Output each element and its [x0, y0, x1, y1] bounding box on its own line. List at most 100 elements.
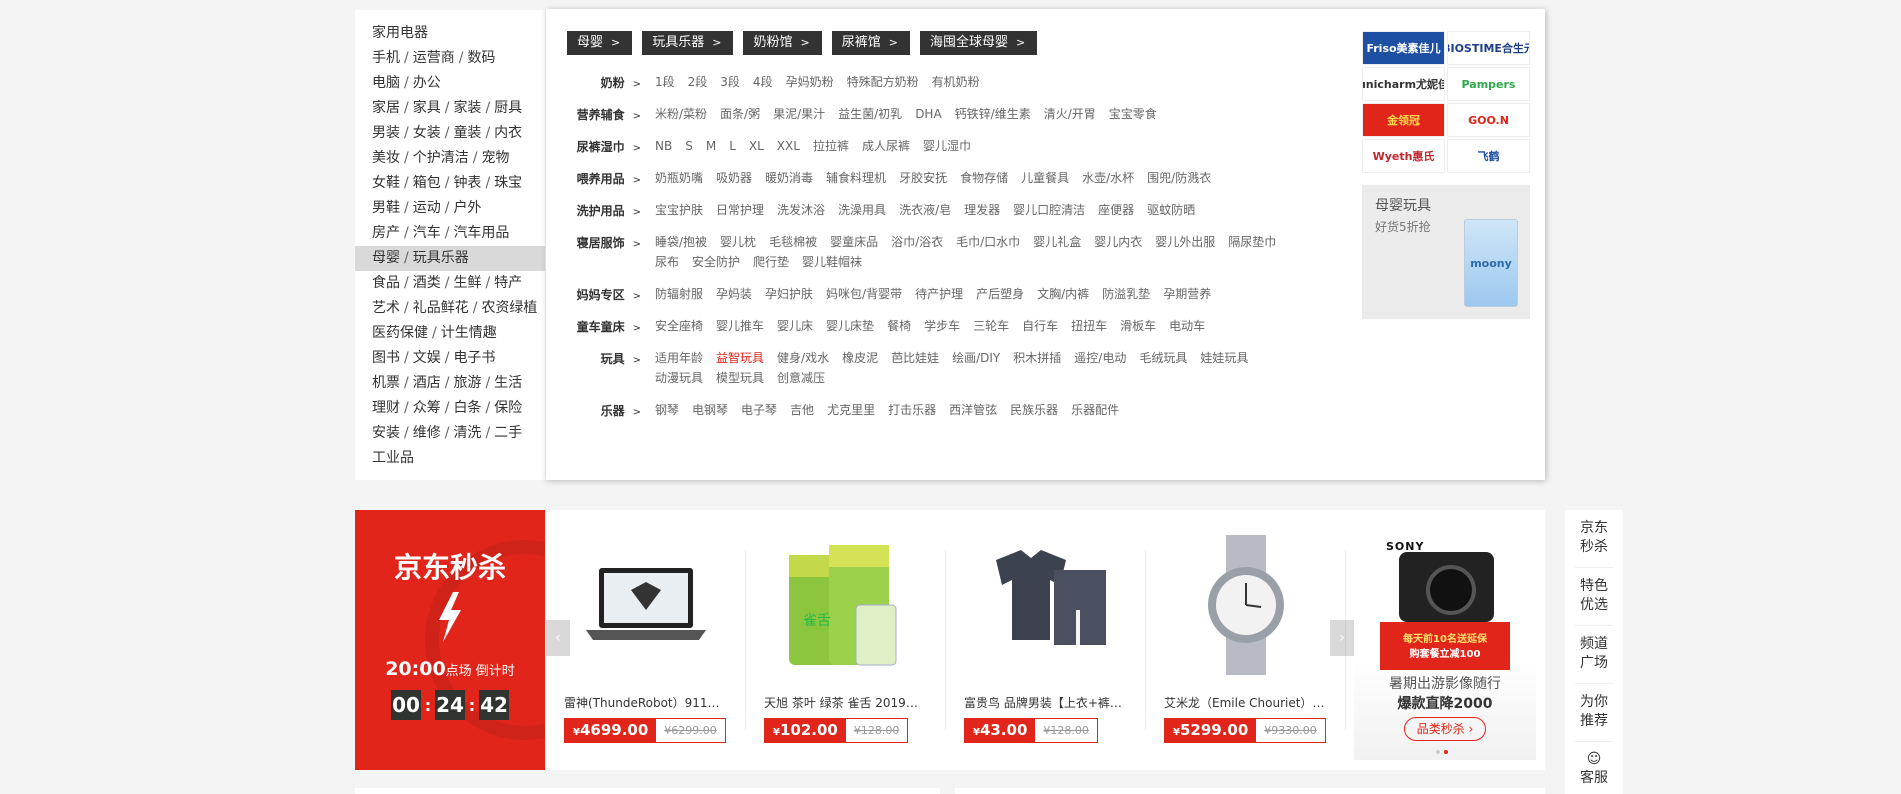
- brand-logo[interactable]: 飞鹤: [1447, 139, 1530, 173]
- sidebar-category-link[interactable]: 文娱: [413, 350, 441, 366]
- subcategory-link[interactable]: 钢琴: [655, 400, 679, 420]
- brand-logo[interactable]: unicharm尤妮佳: [1362, 67, 1445, 101]
- subcategory-link[interactable]: 益智玩具: [716, 348, 764, 368]
- product-name[interactable]: 天旭 茶叶 绿茶 雀舌 2019新茶: [764, 694, 928, 711]
- sony-promo-card[interactable]: SONY 每天前10名送延保 购套餐立减100 暑期出游影像随行 爆款直降200…: [1354, 510, 1536, 760]
- sidebar-category-link[interactable]: 男鞋: [372, 200, 400, 216]
- seckill-panel[interactable]: 京东秒杀 20:00点场 倒计时 00 : 24 : 42: [355, 510, 545, 770]
- subcategory-link[interactable]: 洗发沐浴: [777, 200, 825, 220]
- sidebar-category-link[interactable]: 理财: [372, 400, 400, 416]
- sidebar-category-link[interactable]: 家具: [413, 100, 441, 116]
- side-tool-link[interactable]: 京东 秒杀: [1575, 510, 1613, 568]
- seckill-product-card[interactable]: 雷神(ThundeRobot）911GT游戏本 ¥4699.00 ¥6299.00: [546, 510, 746, 770]
- subcategory-link[interactable]: 围兜/防溅衣: [1147, 168, 1211, 188]
- sidebar-category-link[interactable]: 二手: [494, 425, 522, 441]
- sidebar-category-link[interactable]: 医药保健: [372, 325, 428, 341]
- subcategory-link[interactable]: 果泥/果汁: [773, 104, 825, 124]
- sidebar-category-link[interactable]: 女装: [413, 125, 441, 141]
- brand-logo[interactable]: 金领冠: [1362, 103, 1445, 137]
- subcategory-link[interactable]: 学步车: [924, 316, 960, 336]
- subcategory-link[interactable]: 牙胶安抚: [899, 168, 947, 188]
- subcategory-link[interactable]: NB: [655, 136, 672, 156]
- subcategory-link[interactable]: 食物存储: [960, 168, 1008, 188]
- sidebar-category-link[interactable]: 箱包: [413, 175, 441, 191]
- sidebar-category-link[interactable]: 机票: [372, 375, 400, 391]
- sidebar-category-link[interactable]: 白条: [453, 400, 481, 416]
- subcategory-link[interactable]: 奶瓶奶嘴: [655, 168, 703, 188]
- subcategory-head-link[interactable]: 乐器 >: [566, 400, 641, 420]
- subcategory-link[interactable]: 健身/戏水: [777, 348, 829, 368]
- subcategory-link[interactable]: 动漫玩具: [655, 368, 703, 388]
- subcategory-link[interactable]: 婴儿床: [777, 316, 813, 336]
- subcategory-link[interactable]: 妈咪包/背婴带: [826, 284, 902, 304]
- sidebar-category-link[interactable]: 男装: [372, 125, 400, 141]
- sidebar-category-link[interactable]: 酒类: [413, 275, 441, 291]
- subcategory-link[interactable]: 适用年龄: [655, 348, 703, 368]
- subcategory-link[interactable]: 婴儿口腔清洁: [1013, 200, 1085, 220]
- subcategory-link[interactable]: 积木拼插: [1013, 348, 1061, 368]
- subcategory-link[interactable]: 孕妈装: [716, 284, 752, 304]
- sidebar-category-link[interactable]: 运营商: [413, 50, 455, 66]
- subcategory-link[interactable]: 理发器: [964, 200, 1000, 220]
- customer-service-link[interactable]: ☺ 客服: [1575, 742, 1613, 794]
- subcategory-link[interactable]: 滑板车: [1120, 316, 1156, 336]
- sidebar-category-link[interactable]: 安装: [372, 425, 400, 441]
- sidebar-category-link[interactable]: 房产: [372, 225, 400, 241]
- subcategory-link[interactable]: XXL: [777, 136, 800, 156]
- subcategory-link[interactable]: 文胸/内裤: [1037, 284, 1089, 304]
- subcategory-link[interactable]: 婴儿推车: [716, 316, 764, 336]
- next-arrow-button[interactable]: ›: [1330, 620, 1354, 656]
- seckill-product-card[interactable]: 艾米龙（Emile Chouriet）手表 ¥5299.00 ¥9330.00: [1146, 510, 1346, 770]
- subcategory-link[interactable]: 尤克里里: [827, 400, 875, 420]
- subcategory-link[interactable]: 吉他: [790, 400, 814, 420]
- subcategory-link[interactable]: 电钢琴: [692, 400, 728, 420]
- subcategory-link[interactable]: 有机奶粉: [932, 72, 980, 92]
- sidebar-category-link[interactable]: 户外: [453, 200, 481, 216]
- subcategory-link[interactable]: 毛巾/口水巾: [956, 232, 1020, 252]
- sidebar-category-link[interactable]: 家用电器: [372, 25, 428, 41]
- sidebar-category-link[interactable]: 工业品: [372, 450, 414, 466]
- seckill-product-card[interactable]: 富贵鸟 品牌男装【上衣+裤子】 ¥43.00 ¥128.00: [946, 510, 1146, 770]
- sidebar-category-link[interactable]: 维修: [413, 425, 441, 441]
- subcategory-link[interactable]: 驱蚊防晒: [1147, 200, 1195, 220]
- sidebar-category-link[interactable]: 厨具: [494, 100, 522, 116]
- subcategory-link[interactable]: 待产护理: [915, 284, 963, 304]
- sidebar-category-link[interactable]: 珠宝: [494, 175, 522, 191]
- subcategory-link[interactable]: 成人尿裤: [862, 136, 910, 156]
- subcategory-link[interactable]: M: [706, 136, 716, 156]
- sidebar-category-link[interactable]: 母婴: [372, 250, 400, 266]
- sidebar-category-link[interactable]: 电脑: [372, 75, 400, 91]
- subcategory-link[interactable]: 打击乐器: [888, 400, 936, 420]
- sidebar-category-link[interactable]: 保险: [494, 400, 522, 416]
- subcategory-link[interactable]: 孕妈奶粉: [786, 72, 834, 92]
- subcategory-link[interactable]: 婴儿外出服: [1155, 232, 1215, 252]
- channel-tab[interactable]: 玩具乐器 >: [642, 31, 734, 55]
- channel-tab[interactable]: 尿裤馆 >: [831, 31, 910, 55]
- sidebar-category-link[interactable]: 钟表: [453, 175, 481, 191]
- subcategory-link[interactable]: 电动车: [1169, 316, 1205, 336]
- subcategory-link[interactable]: 产后塑身: [976, 284, 1024, 304]
- subcategory-head-link[interactable]: 洗护用品 >: [566, 200, 641, 220]
- sidebar-category-link[interactable]: 众筹: [413, 400, 441, 416]
- sidebar-category-link[interactable]: 童装: [453, 125, 481, 141]
- subcategory-link[interactable]: 电子琴: [741, 400, 777, 420]
- subcategory-link[interactable]: 孕期营养: [1163, 284, 1211, 304]
- subcategory-link[interactable]: 创意减压: [777, 368, 825, 388]
- subcategory-link[interactable]: 防辐射服: [655, 284, 703, 304]
- subcategory-link[interactable]: 娃娃玩具: [1200, 348, 1248, 368]
- subcategory-link[interactable]: 婴童床品: [830, 232, 878, 252]
- sidebar-category-link[interactable]: 家居: [372, 100, 400, 116]
- subcategory-link[interactable]: 儿童餐具: [1021, 168, 1069, 188]
- sidebar-category-link[interactable]: 女鞋: [372, 175, 400, 191]
- subcategory-link[interactable]: 隔尿垫巾: [1228, 232, 1276, 252]
- promo-card[interactable]: 母婴玩具 好货5折抢 moony: [1362, 185, 1530, 319]
- sidebar-category-link[interactable]: 汽车用品: [453, 225, 509, 241]
- subcategory-link[interactable]: 清火/开胃: [1044, 104, 1096, 124]
- subcategory-link[interactable]: 米粉/菜粉: [655, 104, 707, 124]
- sidebar-category-link[interactable]: 清洗: [453, 425, 481, 441]
- subcategory-link[interactable]: 婴儿床垫: [826, 316, 874, 336]
- sidebar-category-link[interactable]: 宠物: [481, 150, 509, 166]
- channel-tab[interactable]: 海囤全球母婴 >: [919, 31, 1038, 55]
- sidebar-category-link[interactable]: 美妆: [372, 150, 400, 166]
- product-name[interactable]: 富贵鸟 品牌男装【上衣+裤子】: [964, 694, 1128, 711]
